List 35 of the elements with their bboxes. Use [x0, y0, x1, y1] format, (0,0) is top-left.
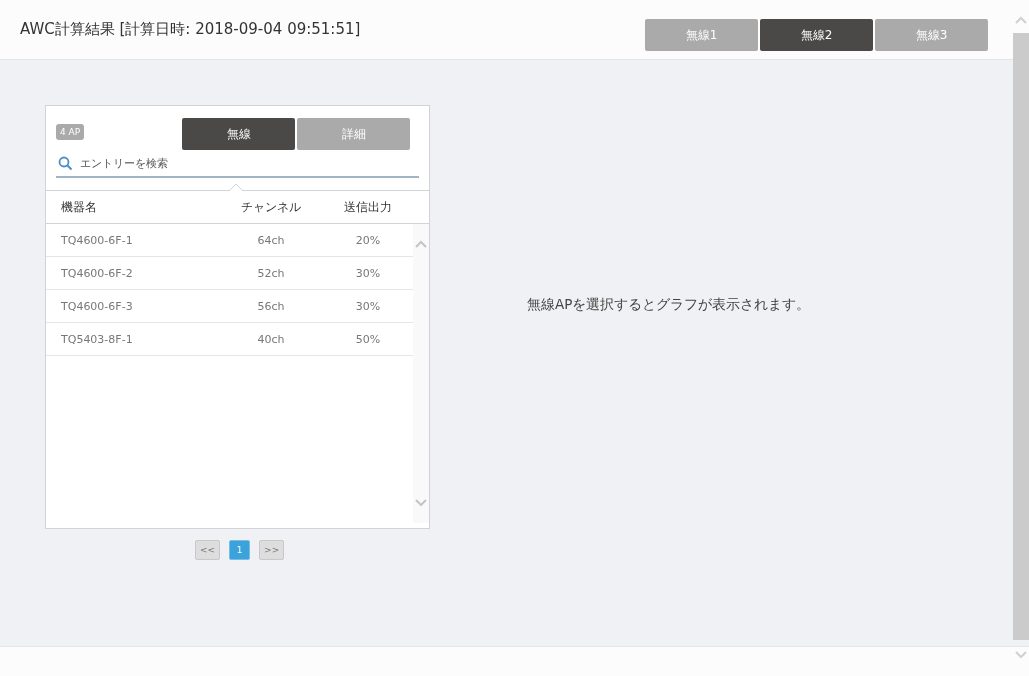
column-header: 送信出力 [343, 198, 393, 216]
search-field[interactable]: エントリーを検索 [80, 157, 419, 170]
table-cell-text: TQ4600-6F-3 [60, 299, 134, 313]
table-row[interactable]: TQ4600-6F-1 64ch 20% [46, 224, 413, 257]
table-cell-text: TQ4600-6F-1 [60, 233, 134, 247]
table-cell-text: 40ch [256, 332, 286, 346]
search-icon [58, 156, 73, 171]
chevron-down-icon[interactable] [415, 499, 427, 507]
table-cell-text: TQ4600-6F-2 [60, 266, 134, 280]
table-cell-text: 52ch [256, 266, 286, 280]
column-header: チャンネル [240, 198, 302, 216]
table-cell-text: 64ch [256, 233, 286, 247]
chevron-down-icon[interactable] [1015, 651, 1027, 659]
scrollbar[interactable] [413, 224, 429, 523]
tab[interactable]: 無線 [182, 118, 296, 150]
page-title: AWC計算結果 [計算日時: 2018-09-04 09:51:51] [20, 20, 361, 39]
chevron-up-icon[interactable] [415, 240, 427, 248]
table-cell-text: TQ5403-8F-1 [60, 332, 134, 346]
table-cell-text: 56ch [256, 299, 286, 313]
page-button[interactable]: >> [259, 540, 285, 560]
page-button[interactable]: 1 [229, 540, 251, 560]
column-header: 機器名 [60, 198, 98, 216]
count-badge: 4 AP [56, 124, 85, 140]
table-cell-text: 50% [354, 332, 382, 346]
table-cell-text: 30% [354, 266, 382, 280]
chevron-up-icon[interactable] [1015, 16, 1027, 24]
table-row[interactable]: TQ4600-6F-2 52ch 30% [46, 257, 413, 290]
empty-message: 無線APを選択するとグラフが表示されます。 [527, 296, 811, 314]
tab[interactable]: 無線2 [760, 19, 873, 51]
table-cell-text: 20% [354, 233, 382, 247]
table-row[interactable]: TQ4600-6F-3 56ch 30% [46, 290, 413, 323]
page-button[interactable]: << [195, 540, 221, 560]
table-cell-text: 30% [354, 299, 382, 313]
scrollbar-thumb[interactable] [1013, 33, 1029, 640]
table-row[interactable]: TQ5403-8F-1 40ch 50% [46, 323, 413, 356]
